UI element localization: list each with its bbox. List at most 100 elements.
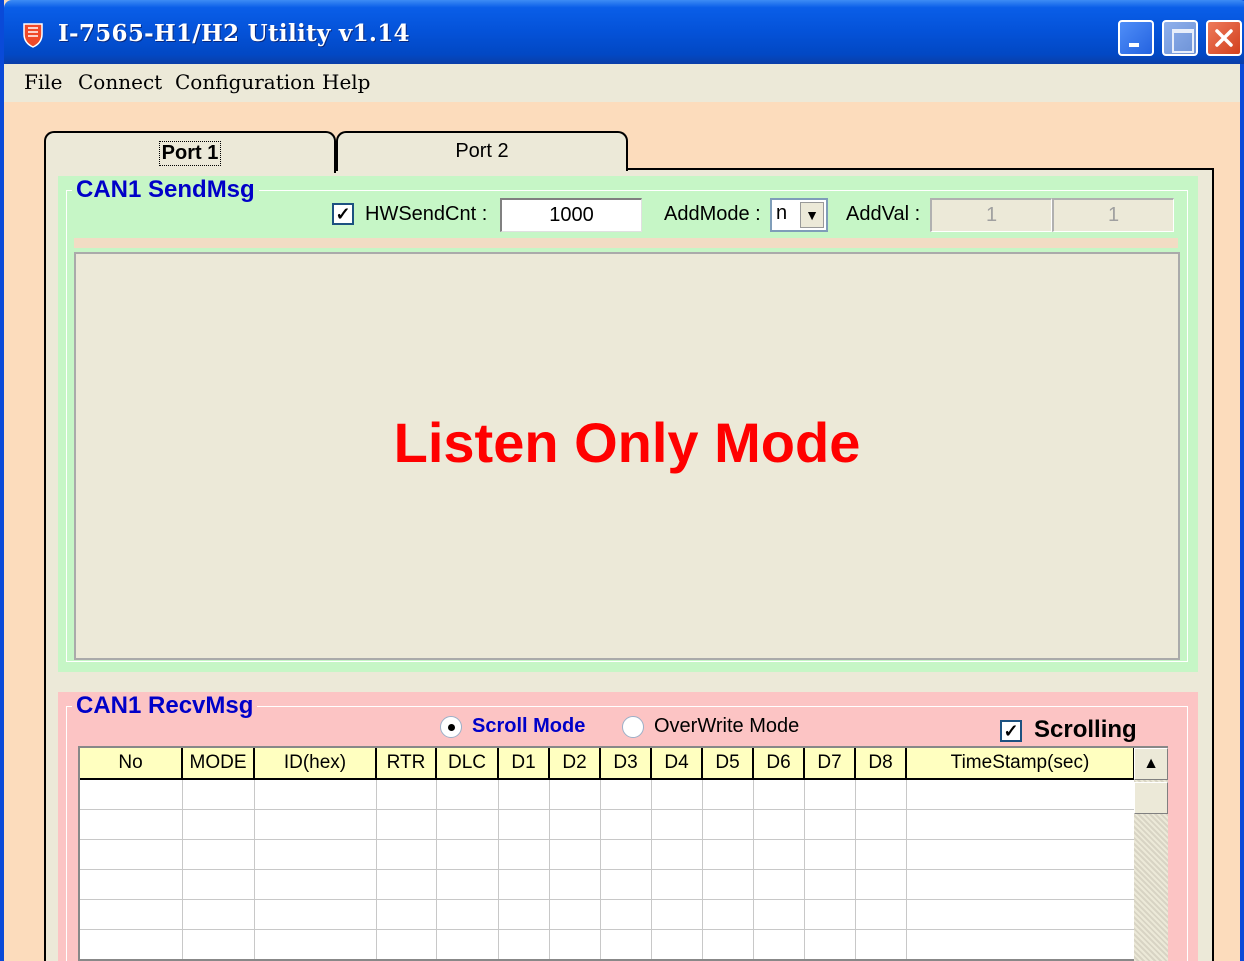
table-row[interactable] — [80, 839, 1135, 870]
hw-send-cnt-label: HWSendCnt : — [365, 203, 488, 225]
table-cell — [906, 929, 1135, 959]
overwrite-mode-radio[interactable] — [622, 716, 644, 738]
table-cell — [376, 809, 437, 840]
table-row[interactable] — [80, 929, 1135, 959]
table-cell — [498, 899, 550, 930]
table-cell — [753, 899, 805, 930]
title-bar[interactable]: I-7565-H1/H2 Utility v1.14 — [4, 0, 1244, 64]
hw-send-cnt-input[interactable]: 1000 — [500, 198, 642, 232]
add-val-input-2[interactable]: 1 — [1052, 198, 1174, 232]
table-row[interactable] — [80, 809, 1135, 840]
table-cell — [651, 869, 703, 900]
table-cell — [436, 869, 499, 900]
column-header[interactable]: D2 — [549, 748, 601, 780]
table-cell — [436, 899, 499, 930]
minimize-icon[interactable] — [1118, 20, 1154, 56]
hw-send-cnt-checkbox[interactable]: ✓ — [332, 203, 354, 225]
table-cell — [182, 779, 255, 810]
maximize-icon[interactable] — [1162, 20, 1198, 56]
table-cell — [600, 899, 652, 930]
table-cell — [498, 869, 550, 900]
table-cell — [702, 899, 754, 930]
scrolling-checkbox[interactable]: ✓ — [1000, 720, 1022, 742]
chevron-down-icon[interactable]: ▼ — [800, 202, 824, 228]
tab-port2-label: Port 2 — [455, 140, 509, 162]
add-val-label: AddVal : — [846, 203, 921, 225]
table-cell — [600, 809, 652, 840]
table-cell — [753, 929, 805, 959]
table-cell — [436, 929, 499, 959]
table-row[interactable] — [80, 899, 1135, 930]
table-cell — [436, 839, 499, 870]
table-cell — [549, 899, 601, 930]
column-header[interactable]: D5 — [702, 748, 754, 780]
table-cell — [80, 779, 183, 810]
add-mode-label: AddMode : — [664, 203, 761, 225]
shield-icon — [23, 23, 43, 48]
column-header[interactable]: D1 — [498, 748, 550, 780]
table-cell — [753, 869, 805, 900]
table-cell — [80, 929, 183, 959]
listen-only-mode-message: Listen Only Mode — [393, 411, 861, 474]
table-cell — [804, 869, 856, 900]
column-header[interactable]: D7 — [804, 748, 856, 780]
recv-vertical-scrollbar[interactable]: ▲ — [1134, 748, 1168, 961]
scroll-mode-label: Scroll Mode — [472, 715, 586, 737]
window-title: I-7565-H1/H2 Utility v1.14 — [58, 20, 410, 47]
table-cell — [702, 929, 754, 959]
column-header[interactable]: TimeStamp(sec) — [906, 748, 1135, 780]
column-header[interactable]: No — [80, 748, 183, 780]
overwrite-mode-label: OverWrite Mode — [654, 715, 800, 737]
menu-file[interactable]: File — [24, 70, 63, 94]
table-cell — [254, 929, 377, 959]
table-cell — [254, 809, 377, 840]
table-cell — [498, 929, 550, 959]
add-val-input-1[interactable]: 1 — [930, 198, 1052, 232]
scroll-up-icon[interactable]: ▲ — [1134, 748, 1168, 780]
table-cell — [80, 899, 183, 930]
table-cell — [804, 839, 856, 870]
table-cell — [651, 899, 703, 930]
scrollbar-thumb[interactable] — [1134, 782, 1168, 814]
recv-section-title: CAN1 RecvMsg — [72, 692, 258, 720]
table-cell — [702, 809, 754, 840]
table-cell — [498, 839, 550, 870]
column-header[interactable]: RTR — [376, 748, 437, 780]
menu-bar: File Connect Configuration Help — [4, 64, 1240, 102]
close-icon[interactable] — [1206, 20, 1242, 56]
tab-port1[interactable]: Port 1 — [44, 131, 336, 173]
column-header[interactable]: ID(hex) — [254, 748, 377, 780]
column-header[interactable]: D3 — [600, 748, 652, 780]
send-header-strip — [74, 238, 1178, 248]
tab-port2[interactable]: Port 2 — [336, 131, 628, 171]
add-mode-select[interactable]: n ▼ — [770, 198, 828, 232]
menu-help[interactable]: Help — [322, 70, 370, 94]
table-cell — [549, 779, 601, 810]
table-cell — [855, 779, 907, 810]
table-cell — [753, 839, 805, 870]
column-header[interactable]: D8 — [855, 748, 907, 780]
table-cell — [254, 869, 377, 900]
table-cell — [906, 839, 1135, 870]
scroll-mode-radio[interactable] — [440, 716, 462, 738]
table-cell — [702, 869, 754, 900]
table-cell — [702, 779, 754, 810]
table-cell — [600, 779, 652, 810]
table-cell — [549, 809, 601, 840]
tab-port1-label: Port 1 — [158, 141, 222, 166]
column-header[interactable]: DLC — [436, 748, 499, 780]
column-header[interactable]: D4 — [651, 748, 703, 780]
column-header[interactable]: MODE — [182, 748, 255, 780]
table-cell — [376, 779, 437, 810]
table-cell — [549, 929, 601, 959]
table-cell — [376, 929, 437, 959]
column-header[interactable]: D6 — [753, 748, 805, 780]
table-row[interactable] — [80, 869, 1135, 900]
menu-connect[interactable]: Connect — [78, 70, 162, 94]
table-row[interactable] — [80, 779, 1135, 810]
table-cell — [804, 899, 856, 930]
recv-message-grid[interactable]: No MODE ID(hex) RTR DLC D1 D2 D3 D4 D5 D6 D7 D8 TimeS… — [78, 746, 1168, 961]
table-cell — [651, 929, 703, 959]
menu-configuration[interactable]: Configuration — [175, 70, 315, 94]
table-cell — [498, 809, 550, 840]
